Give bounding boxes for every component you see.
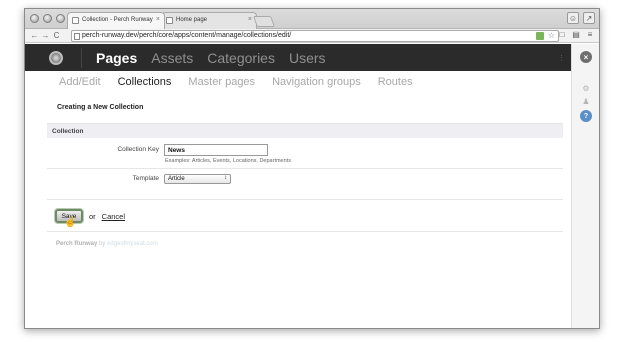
browser-toolbar: ← → C perch-runway.dev/perch/core/apps/c… xyxy=(25,29,599,43)
main-nav: Pages Assets Categories Users xyxy=(96,50,326,66)
url-text: perch-runway.dev/perch/core/apps/content… xyxy=(82,32,292,39)
row-divider xyxy=(47,168,563,169)
forward-icon[interactable]: → xyxy=(40,31,51,40)
help-icon[interactable]: ? xyxy=(580,110,592,122)
collection-key-label: Collection Key xyxy=(117,146,159,153)
new-tab-button[interactable] xyxy=(252,16,276,27)
tab-title: Home page xyxy=(176,17,208,23)
user-profile-icon[interactable]: ☺ xyxy=(567,12,579,24)
user-icon[interactable]: ♟ xyxy=(580,95,592,107)
nav-assets[interactable]: Assets xyxy=(151,50,193,66)
bookmark-star-icon[interactable]: ☆ xyxy=(548,31,555,40)
footer: Perch Runway by edgeofmyseat.com xyxy=(56,241,158,247)
template-selected-value: Article xyxy=(168,176,185,182)
tab-home[interactable]: Home page × xyxy=(161,12,257,29)
layers-icon[interactable]: ▤ xyxy=(571,30,581,39)
row-divider xyxy=(47,199,563,200)
toolbar-right: □ ▤ ≡ xyxy=(557,30,595,39)
template-select[interactable]: Article ↕ xyxy=(164,174,231,184)
browser-window: Collection - Perch Runway × Home page × … xyxy=(24,8,600,329)
collection-key-hint: Examples: Articles, Events, Locations, D… xyxy=(165,158,291,164)
perch-logo[interactable] xyxy=(49,50,63,65)
footer-by: by xyxy=(99,241,106,247)
footer-divider xyxy=(47,231,563,232)
collection-key-input[interactable]: News xyxy=(164,144,268,156)
close-icon[interactable]: × xyxy=(248,16,252,23)
subnav-collections[interactable]: Collections xyxy=(118,76,172,88)
window-controls xyxy=(30,14,65,23)
page-icon xyxy=(72,17,79,24)
template-label: Template xyxy=(132,175,159,182)
back-icon[interactable]: ← xyxy=(29,31,40,40)
nav-categories[interactable]: Categories xyxy=(207,50,275,66)
cancel-link[interactable]: Cancel xyxy=(102,212,125,221)
window-icons: ☺ ↗ xyxy=(567,12,595,24)
grip-icon: ⋮ xyxy=(558,55,565,62)
subnav-add-edit[interactable]: Add/Edit xyxy=(59,76,101,88)
tab-collection[interactable]: Collection - Perch Runway × xyxy=(67,12,165,29)
footer-site-link[interactable]: edgeofmyseat.com xyxy=(107,241,158,247)
tab-title: Collection - Perch Runway xyxy=(82,17,153,23)
page-heading: Creating a New Collection xyxy=(57,104,144,111)
page-icon xyxy=(166,17,173,24)
close-circle-icon[interactable]: × xyxy=(580,51,592,63)
subnav-master-pages[interactable]: Master pages xyxy=(188,76,255,88)
reload-icon[interactable]: C xyxy=(51,31,62,40)
header-divider xyxy=(81,47,82,68)
fullscreen-icon[interactable]: ↗ xyxy=(583,12,595,24)
right-rail: × ⚙ ♟ ? xyxy=(571,44,599,328)
nav-users[interactable]: Users xyxy=(289,50,326,66)
section-header: Collection xyxy=(47,123,563,138)
close-window-icon[interactable] xyxy=(30,14,39,23)
extension-icon[interactable] xyxy=(536,32,544,40)
select-arrows-icon: ↕ xyxy=(224,175,227,181)
perch-header: Pages Assets Categories Users ⋮ xyxy=(25,44,573,71)
subnav-navigation-groups[interactable]: Navigation groups xyxy=(272,76,361,88)
address-bar[interactable]: perch-runway.dev/perch/core/apps/content… xyxy=(71,30,559,42)
minimize-window-icon[interactable] xyxy=(43,14,52,23)
folder-icon[interactable]: □ xyxy=(557,30,567,39)
zoom-window-icon[interactable] xyxy=(56,14,65,23)
page-icon xyxy=(74,33,80,40)
close-icon[interactable]: × xyxy=(156,16,160,23)
tab-strip: Collection - Perch Runway × Home page × … xyxy=(25,9,599,29)
nav-pages[interactable]: Pages xyxy=(96,50,137,66)
footer-brand: Perch Runway xyxy=(56,241,98,247)
menu-icon[interactable]: ≡ xyxy=(585,30,595,39)
subnav-routes[interactable]: Routes xyxy=(378,76,413,88)
pointer-cursor-icon: ☝ xyxy=(64,217,77,228)
or-text: or xyxy=(89,211,96,221)
subnav: Add/Edit Collections Master pages Naviga… xyxy=(59,76,413,88)
gear-icon[interactable]: ⚙ xyxy=(580,82,592,94)
